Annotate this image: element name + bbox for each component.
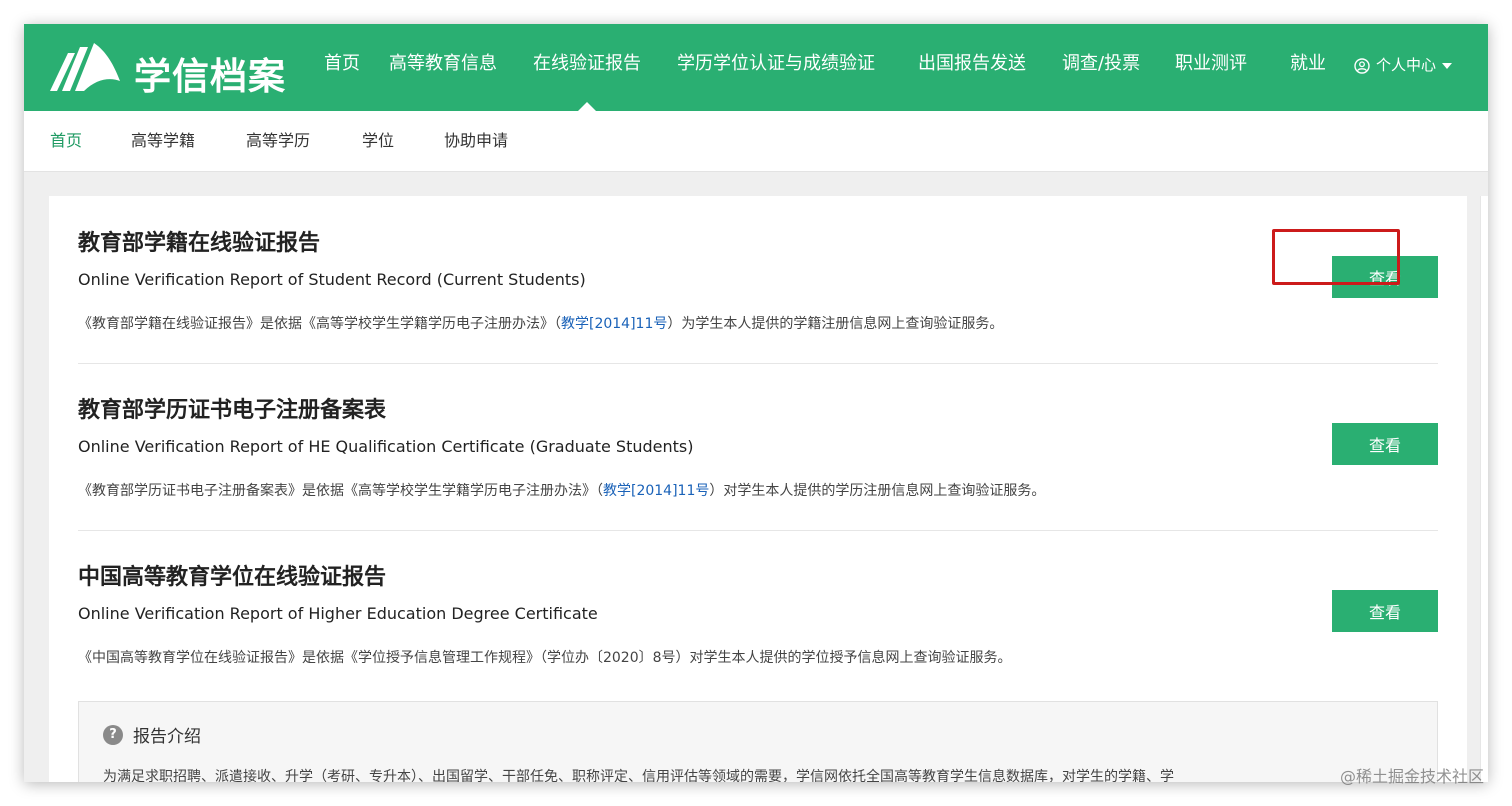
user-icon [1354, 57, 1370, 74]
report-description-suffix: ）对学生本人提供的学历注册信息网上查询验证服务。 [709, 483, 1046, 499]
report-title: 教育部学历证书电子注册备案表 [78, 398, 387, 423]
report-introduction-box: ? 报告介绍 为满足求职招聘、派遣接收、升学（考研、专升本）、出国留学、干部任免、… [78, 701, 1438, 782]
intro-text: 为满足求职招聘、派遣接收、升学（考研、专升本）、出国留学、干部任免、职称评定、信… [103, 769, 1174, 782]
regulation-link[interactable]: 教学[2014]11号 [561, 316, 667, 332]
report-subtitle: Online Verification Report of Higher Edu… [78, 604, 598, 623]
subnav-item-assist-apply[interactable]: 协助申请 [444, 111, 508, 171]
report-item-degree-certificate: 中国高等教育学位在线验证报告 Online Verification Repor… [78, 530, 1438, 697]
report-item-student-record: 教育部学籍在线验证报告 Online Verification Report o… [78, 196, 1438, 364]
view-qualification-certificate-button[interactable]: 查看 [1332, 423, 1438, 465]
intro-title: 报告介绍 [133, 727, 201, 747]
report-description-suffix: ）为学生本人提供的学籍注册信息网上查询验证服务。 [667, 316, 1004, 332]
report-description: 《中国高等教育学位在线验证报告》是依据《学位授予信息管理工作规程》（学位办〔20… [78, 647, 1012, 667]
subnav-item-degree[interactable]: 学位 [362, 111, 394, 171]
subnav-item-qualification[interactable]: 高等学历 [246, 111, 310, 171]
caret-down-icon [1442, 62, 1453, 69]
report-description-prefix: 《中国高等教育学位在线验证报告》是依据《学位授予信息管理工作规程》（学位办〔20… [78, 650, 1012, 666]
nav-item-higher-education-info[interactable]: 高等教育信息 [389, 24, 497, 111]
report-title: 教育部学籍在线验证报告 [78, 231, 321, 256]
report-title: 中国高等教育学位在线验证报告 [78, 565, 387, 590]
view-degree-certificate-button[interactable]: 查看 [1332, 590, 1438, 632]
subnav-item-student-record[interactable]: 高等学籍 [131, 111, 195, 171]
report-description-prefix: 《教育部学籍在线验证报告》是依据《高等学校学生学籍学历电子注册办法》（ [78, 316, 561, 332]
logo-text: 学信档案 [134, 55, 286, 98]
intro-header: ? 报告介绍 [103, 722, 201, 747]
logo-mark-icon [50, 43, 120, 91]
report-list-card: 教育部学籍在线验证报告 Online Verification Report o… [49, 196, 1467, 782]
regulation-link[interactable]: 教学[2014]11号 [603, 483, 709, 499]
report-subtitle: Online Verification Report of Student Re… [78, 270, 586, 289]
nav-item-home[interactable]: 首页 [324, 24, 360, 111]
user-center-menu[interactable]: 个人中心 [1354, 24, 1458, 111]
nav-item-online-verification-report[interactable]: 在线验证报告 [533, 24, 641, 111]
nav-item-overseas-report[interactable]: 出国报告发送 [918, 24, 1026, 111]
report-description: 《教育部学籍在线验证报告》是依据《高等学校学生学籍学历电子注册办法》（教学[20… [78, 313, 1003, 333]
nav-item-employment[interactable]: 就业 [1290, 24, 1326, 111]
report-item-qualification-certificate: 教育部学历证书电子注册备案表 Online Verification Repor… [78, 363, 1438, 531]
nav-item-degree-certification[interactable]: 学历学位认证与成绩验证 [677, 24, 875, 111]
view-student-record-button[interactable]: 查看 [1332, 256, 1438, 298]
subnav-item-home[interactable]: 首页 [50, 111, 82, 171]
scrollbar-track[interactable] [1480, 196, 1488, 782]
user-center-label: 个人中心 [1376, 56, 1437, 74]
nav-item-career-test[interactable]: 职业测评 [1175, 24, 1247, 111]
question-icon: ? [103, 724, 123, 745]
sub-navigation: 首页 高等学籍 高等学历 学位 协助申请 [24, 111, 1488, 172]
nav-item-survey-vote[interactable]: 调查/投票 [1062, 24, 1140, 111]
report-subtitle: Online Verification Report of HE Qualifi… [78, 437, 694, 456]
browser-window: 学信档案 首页 高等教育信息 在线验证报告 学历学位认证与成绩验证 出国报告发送… [24, 24, 1488, 782]
top-navigation: 学信档案 首页 高等教育信息 在线验证报告 学历学位认证与成绩验证 出国报告发送… [24, 24, 1488, 111]
report-description: 《教育部学历证书电子注册备案表》是依据《高等学校学生学籍学历电子注册办法》（教学… [78, 480, 1045, 500]
report-description-prefix: 《教育部学历证书电子注册备案表》是依据《高等学校学生学籍学历电子注册办法》（ [78, 483, 603, 499]
